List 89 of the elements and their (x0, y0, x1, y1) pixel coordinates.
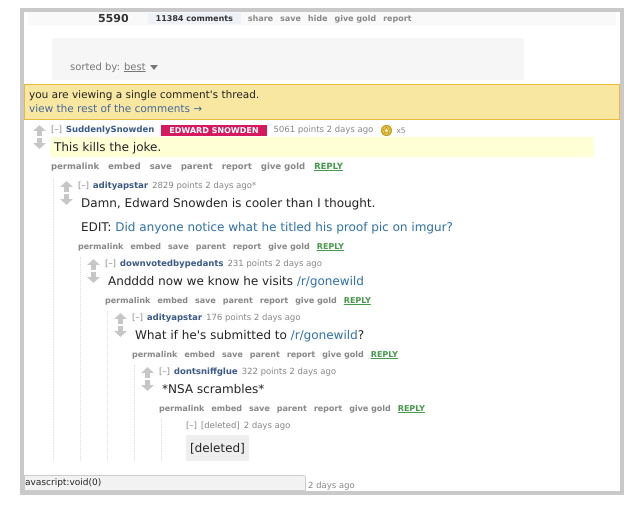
post-action-link[interactable]: share (248, 14, 274, 23)
comment-action-link[interactable]: permalink (78, 242, 124, 251)
username[interactable]: adityapstar (92, 181, 148, 191)
edit-note: EDIT: Did anyone notice what he titled his proof pic on imgur? (80, 219, 454, 236)
comment-action-link[interactable]: report (232, 242, 262, 251)
comment-action-link[interactable]: save (222, 350, 243, 359)
comment-action-link[interactable]: parent (276, 404, 307, 413)
comment-action-link[interactable]: give gold (260, 162, 306, 172)
comment-score: 231 points 2 days ago (227, 259, 322, 269)
collapse-toggle[interactable]: [–] (105, 259, 116, 269)
score: 5590 (98, 12, 129, 25)
upvote-arrow-icon[interactable] (86, 259, 100, 270)
status-bar: avascript:void(0) (24, 475, 306, 491)
upvote-arrow-icon[interactable] (140, 367, 154, 378)
comment-score: 2829 points 2 days ago* (152, 181, 256, 191)
body-link[interactable]: Did anyone notice what he titled his proof pic on imgur? (115, 220, 453, 234)
comment-action-link[interactable]: embed (108, 162, 141, 172)
comment-action-link[interactable]: report (286, 350, 316, 359)
collapse-toggle[interactable]: [–] (132, 313, 143, 323)
comment-action-link[interactable]: report (222, 162, 252, 172)
comment-action-link[interactable]: permalink (105, 296, 150, 305)
sort-dropdown[interactable]: best (124, 62, 158, 73)
reply-link[interactable]: REPLY (344, 296, 371, 305)
collapse-toggle[interactable]: [–] (186, 421, 197, 431)
upvote-arrow-icon[interactable] (60, 181, 72, 192)
comment-action-link[interactable]: permalink (159, 404, 204, 413)
view-all-comments-link[interactable]: view the rest of the comments → (29, 102, 202, 116)
comment-action-link[interactable]: embed (157, 296, 188, 305)
award-star-icon (381, 124, 392, 136)
body-link[interactable]: /r/gonewild (296, 274, 364, 288)
comment-action-link[interactable]: parent (250, 350, 280, 359)
comment-action-link[interactable]: save (168, 242, 189, 251)
reply-link[interactable]: REPLY (316, 242, 344, 251)
post-action-link[interactable]: hide (308, 14, 328, 23)
comment-body: Andddd now we know he visits /r/gonewild (107, 273, 365, 290)
body-link[interactable]: /r/gonewild (290, 328, 358, 342)
notice-text: you are viewing a single comment's thread. (29, 88, 260, 102)
comment-action-link[interactable]: give gold (268, 242, 310, 251)
post-action-link[interactable]: give gold (334, 14, 376, 23)
comment-action-link[interactable]: embed (130, 242, 161, 251)
comment-score: 176 points 2 days ago (206, 313, 301, 323)
reply-link[interactable]: REPLY (314, 162, 343, 172)
post-action-link[interactable]: save (280, 14, 301, 23)
comment-action-link[interactable]: give gold (295, 296, 337, 305)
reply-link[interactable]: REPLY (398, 404, 425, 413)
comment-action-link[interactable]: give gold (349, 404, 391, 413)
comment-body: This kills the joke. (51, 137, 594, 157)
user-flair: EDWARD SNOWDEN (161, 124, 267, 136)
downvote-arrow-icon[interactable] (114, 326, 126, 337)
comment-action-link[interactable]: permalink (132, 350, 178, 359)
comment-score: 2 days ago (308, 481, 355, 491)
comment-action-link[interactable]: save (194, 296, 216, 305)
downvote-arrow-icon[interactable] (86, 272, 100, 283)
comment-action-link[interactable]: embed (211, 404, 242, 413)
username[interactable]: downvotedbypedants (120, 259, 224, 269)
upvote-arrow-icon[interactable] (114, 313, 126, 324)
comment-body: What if he's submitted to /r/gonewild? (134, 327, 366, 344)
comment-action-link[interactable]: give gold (322, 350, 364, 359)
comment-body: *NSA scrambles* (161, 381, 266, 398)
comment-body: Damn, Edward Snowden is cooler than I thought. (80, 195, 376, 212)
comment-score: 5061 points 2 days ago (274, 125, 374, 135)
comment-action-link[interactable]: permalink (51, 162, 100, 172)
upvote-arrow-icon[interactable] (32, 125, 46, 136)
reply-link[interactable]: REPLY (370, 350, 398, 359)
downvote-arrow-icon[interactable] (140, 380, 154, 391)
comment-body: [deleted] (186, 435, 249, 461)
downvote-arrow-icon[interactable] (60, 194, 72, 205)
username[interactable]: SuddenlySnowden (66, 125, 154, 135)
comment-action-link[interactable]: report (260, 296, 288, 305)
sort-label: sorted by: (70, 62, 120, 73)
comment-action-link[interactable]: embed (184, 350, 215, 359)
collapse-toggle[interactable]: [–] (51, 125, 62, 135)
comment-action-link[interactable]: parent (222, 296, 253, 305)
collapse-toggle[interactable]: [–] (159, 367, 170, 377)
comment-action-link[interactable]: save (150, 162, 172, 172)
comments-link[interactable]: 11384 comments (148, 13, 241, 24)
comment-score: 2 days ago (244, 421, 290, 431)
collapse-toggle[interactable]: [–] (78, 181, 89, 191)
comment-action-link[interactable]: report (314, 404, 342, 413)
username[interactable]: dontsniffglue (174, 367, 238, 377)
comment-action-link[interactable]: parent (196, 242, 226, 251)
post-action-link[interactable]: report (383, 14, 412, 23)
comment-score: 322 points 2 days ago (242, 367, 336, 377)
username[interactable]: adityapstar (146, 313, 202, 323)
comment-action-link[interactable]: save (248, 404, 270, 413)
username: [deleted] (200, 421, 240, 431)
downvote-arrow-icon[interactable] (32, 138, 46, 149)
comment-action-link[interactable]: parent (180, 162, 213, 172)
caret-icon (150, 65, 158, 70)
